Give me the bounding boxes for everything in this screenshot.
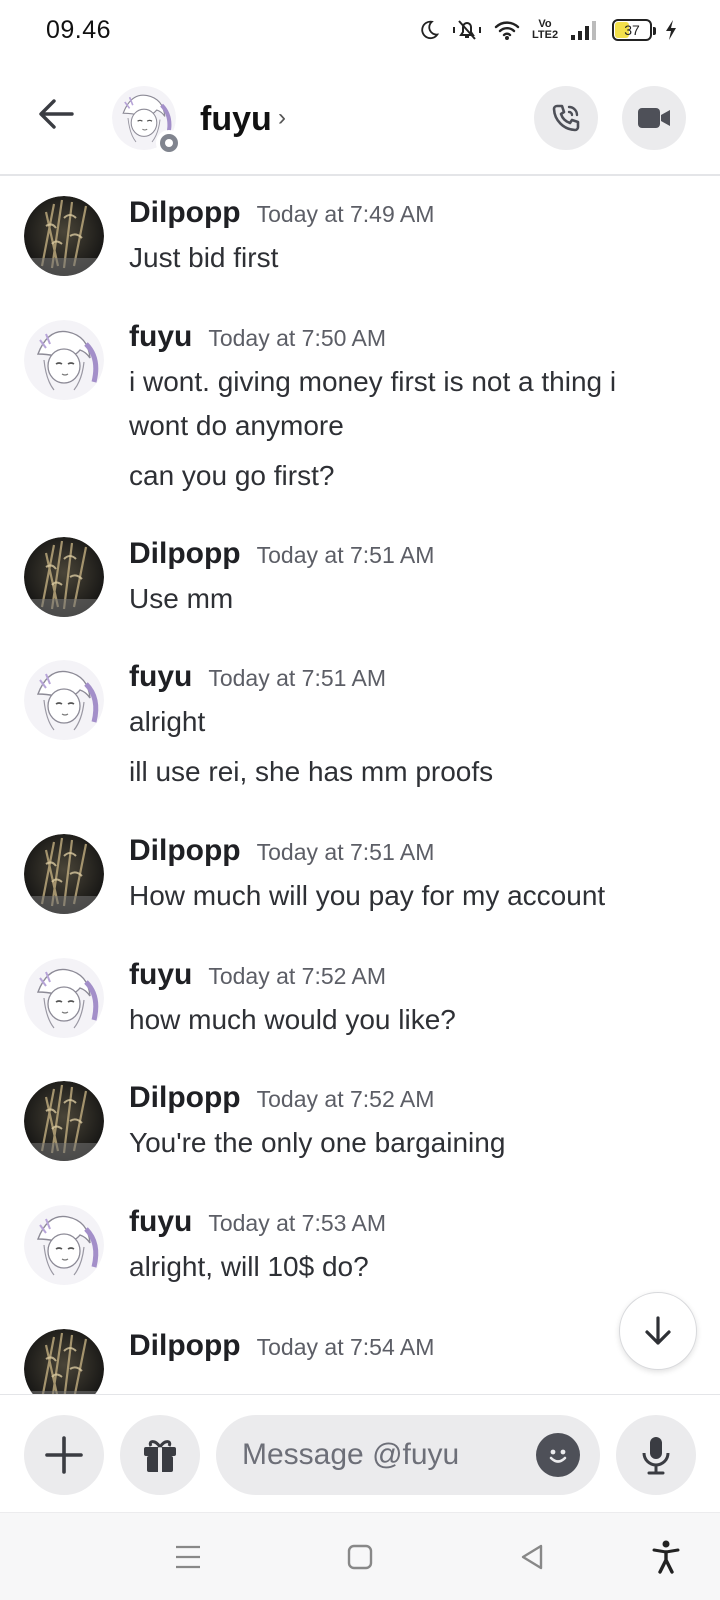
- message-header: Dilpopp Today at 7:51 AM: [129, 537, 434, 571]
- phone-call-icon: [552, 104, 580, 132]
- system-back-button[interactable]: [510, 1535, 554, 1579]
- battery-icon: 37: [612, 19, 656, 41]
- arrow-down-icon: [645, 1316, 671, 1345]
- message-author[interactable]: Dilpopp: [129, 1329, 241, 1363]
- signal-icon: [570, 19, 600, 41]
- avatar-dilpopp[interactable]: [24, 1329, 104, 1394]
- avatar-fuyu[interactable]: [24, 1205, 104, 1285]
- message-text: how much would you like?: [129, 1004, 456, 1035]
- message-timestamp: Today at 7:51 AM: [208, 665, 387, 691]
- message-header: Dilpopp Today at 7:54 AM: [129, 1329, 434, 1363]
- message-author[interactable]: fuyu: [129, 958, 192, 992]
- message-header: Dilpopp Today at 7:51 AM: [129, 834, 434, 868]
- moon-icon: [418, 19, 440, 41]
- avatar-dilpopp[interactable]: [24, 1081, 104, 1161]
- message-author[interactable]: Dilpopp: [129, 1081, 241, 1115]
- status-icons: Vo LTE2 37: [418, 18, 678, 42]
- status-time: 09.46: [46, 16, 112, 44]
- plus-icon: [45, 1436, 83, 1474]
- charging-bolt-icon: [664, 19, 678, 41]
- message-timestamp: Today at 7:51 AM: [256, 542, 435, 568]
- avatar-dilpopp[interactable]: [24, 537, 104, 617]
- message-author[interactable]: Dilpopp: [129, 196, 241, 230]
- message-author[interactable]: fuyu: [129, 1205, 192, 1239]
- home-button[interactable]: [338, 1535, 382, 1579]
- chevron-right-icon[interactable]: ›: [278, 104, 286, 132]
- dm-screen: 09.46 Vo LTE2 37 fuyu › Dilpopp Today at…: [0, 0, 720, 1600]
- video-camera-icon: [638, 108, 670, 128]
- gift-button[interactable]: [120, 1415, 200, 1495]
- microphone-icon: [642, 1437, 670, 1475]
- message-text: Just bid first: [129, 242, 279, 273]
- message-input[interactable]: [242, 1415, 512, 1495]
- recent-apps-button[interactable]: [166, 1535, 210, 1579]
- header-avatar[interactable]: [112, 86, 182, 156]
- video-call-button[interactable]: [622, 86, 686, 150]
- message-list[interactable]: Dilpopp Today at 7:49 AM Just bid first …: [0, 178, 720, 1394]
- message-author[interactable]: fuyu: [129, 660, 192, 694]
- home-square-icon: [347, 1544, 373, 1570]
- volte-icon: Vo LTE2: [532, 18, 559, 41]
- message-text: You're the only one bargaining: [129, 1127, 506, 1158]
- message-timestamp: Today at 7:51 AM: [256, 839, 435, 865]
- emoji-button[interactable]: [536, 1433, 580, 1477]
- status-indicator: [156, 130, 182, 156]
- gift-icon: [144, 1440, 176, 1472]
- voice-call-button[interactable]: [534, 86, 598, 150]
- voice-message-button[interactable]: [616, 1415, 696, 1495]
- message-text: ill use rei, she has mm proofs: [129, 756, 494, 787]
- message-header: fuyu Today at 7:53 AM: [129, 1205, 386, 1239]
- accessibility-icon: [652, 1540, 680, 1574]
- message-text: How much will you pay for my account: [129, 880, 606, 911]
- message-timestamp: Today at 7:54 AM: [256, 1334, 435, 1360]
- attach-button[interactable]: [24, 1415, 104, 1495]
- accessibility-button[interactable]: [644, 1535, 688, 1579]
- message-author[interactable]: fuyu: [129, 320, 192, 354]
- message-composer: [0, 1394, 720, 1512]
- message-timestamp: Today at 7:50 AM: [208, 325, 387, 351]
- status-bar: 09.46 Vo LTE2 37: [0, 0, 720, 64]
- back-arrow-icon: [39, 99, 74, 129]
- message-text: alright, will 10$ do?: [129, 1251, 369, 1282]
- jump-to-latest-button[interactable]: [619, 1292, 697, 1370]
- message-header: fuyu Today at 7:51 AM: [129, 660, 386, 694]
- message-timestamp: Today at 7:49 AM: [256, 201, 435, 227]
- message-text: can you go first?: [129, 460, 335, 491]
- message-timestamp: Today at 7:52 AM: [208, 963, 387, 989]
- avatar-fuyu[interactable]: [24, 660, 104, 740]
- avatar-dilpopp[interactable]: [24, 196, 104, 276]
- back-triangle-icon: [521, 1544, 543, 1570]
- message-author[interactable]: Dilpopp: [129, 537, 241, 571]
- avatar-fuyu[interactable]: [24, 958, 104, 1038]
- offline-status-icon: [160, 134, 178, 152]
- back-button[interactable]: [32, 90, 80, 138]
- header-username[interactable]: fuyu: [200, 100, 272, 139]
- system-navigation-bar: [0, 1512, 720, 1600]
- message-header: Dilpopp Today at 7:49 AM: [129, 196, 434, 230]
- message-text: alright: [129, 706, 206, 737]
- avatar-dilpopp[interactable]: [24, 834, 104, 914]
- message-header: Dilpopp Today at 7:52 AM: [129, 1081, 434, 1115]
- message-text: wont do anymore: [129, 410, 344, 441]
- avatar-fuyu[interactable]: [24, 320, 104, 400]
- chat-header: fuyu ›: [0, 64, 720, 176]
- battery-level: 37: [624, 22, 640, 38]
- wifi-icon: [494, 19, 520, 41]
- emoji-icon: [549, 1449, 567, 1463]
- menu-icon: [176, 1545, 200, 1569]
- message-timestamp: Today at 7:53 AM: [208, 1210, 387, 1236]
- message-text: i wont. giving money first is not a thin…: [129, 366, 617, 397]
- message-author[interactable]: Dilpopp: [129, 834, 241, 868]
- message-header: fuyu Today at 7:50 AM: [129, 320, 386, 354]
- message-header: fuyu Today at 7:52 AM: [129, 958, 386, 992]
- message-text: Use mm: [129, 583, 234, 614]
- mute-bell-icon: [452, 18, 482, 42]
- message-input-container: [216, 1415, 600, 1495]
- message-timestamp: Today at 7:52 AM: [256, 1086, 435, 1112]
